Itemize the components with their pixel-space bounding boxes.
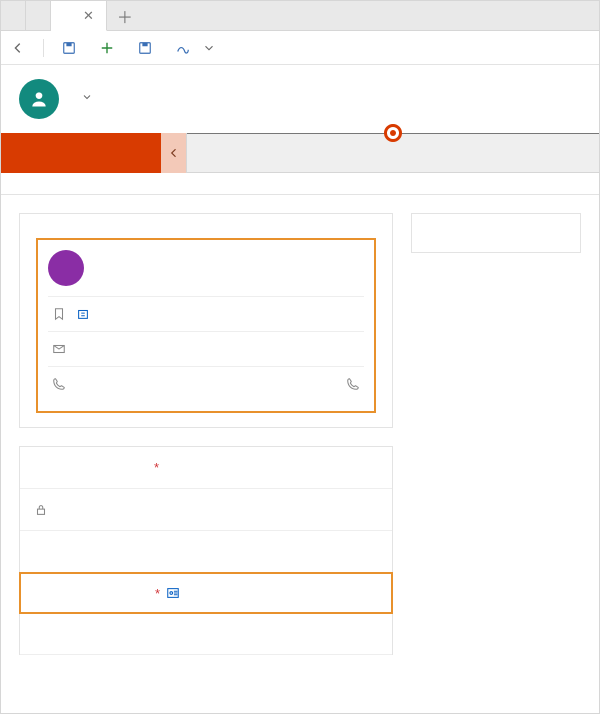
tab-new-case[interactable]: ✕ xyxy=(51,1,107,31)
required-marker: * xyxy=(155,586,160,601)
field-origin[interactable]: * xyxy=(20,613,392,655)
customer-lookup-value[interactable] xyxy=(166,586,186,600)
email-row xyxy=(48,331,364,366)
mail-icon xyxy=(52,342,66,356)
field-case-number: * xyxy=(20,489,392,531)
back-button[interactable] xyxy=(11,41,25,55)
save-button[interactable] xyxy=(138,41,158,55)
phone-row xyxy=(48,366,364,401)
process-collapse-button[interactable] xyxy=(161,133,187,173)
add-tab-button[interactable]: ＋ xyxy=(107,1,143,30)
flow-button[interactable] xyxy=(176,41,216,55)
field-case-title[interactable]: * xyxy=(20,447,392,489)
process-info[interactable] xyxy=(1,133,161,173)
account-icon xyxy=(76,307,90,321)
required-marker: * xyxy=(154,460,159,475)
stage-marker-icon xyxy=(384,124,402,142)
record-header xyxy=(1,65,599,127)
phone-icon xyxy=(52,377,66,391)
lock-icon xyxy=(34,503,48,517)
right-column xyxy=(411,213,581,655)
bookmark-icon xyxy=(52,307,66,321)
plus-icon xyxy=(100,41,114,55)
back-icon xyxy=(11,41,25,55)
general-information-card xyxy=(19,213,393,428)
contact-icon xyxy=(166,586,180,600)
chevron-down-icon xyxy=(81,91,95,105)
entity-avatar xyxy=(19,79,59,119)
tab-kb-search[interactable] xyxy=(26,1,51,30)
left-column: * * * * xyxy=(19,213,393,655)
tab-customer-summary[interactable] xyxy=(1,1,26,30)
breadcrumb[interactable] xyxy=(73,91,95,105)
call-icon[interactable] xyxy=(346,377,360,391)
new-button[interactable] xyxy=(100,41,120,55)
main-tab-bar: ✕ ＋ xyxy=(1,1,599,31)
content-area: * * * * xyxy=(1,195,599,673)
chevron-down-icon xyxy=(202,41,216,55)
command-toolbar xyxy=(1,31,599,65)
close-icon[interactable]: ✕ xyxy=(83,8,94,24)
timeline-card xyxy=(411,213,581,253)
company-row xyxy=(48,296,364,331)
field-subject[interactable]: * xyxy=(20,531,392,573)
save-icon xyxy=(138,41,152,55)
form-tabs xyxy=(1,173,599,195)
contact-quick-view xyxy=(36,238,376,413)
field-customer[interactable]: * xyxy=(19,572,393,614)
toolbar-separator xyxy=(43,39,44,57)
case-fields: * * * * xyxy=(19,446,393,655)
flow-icon xyxy=(176,41,190,55)
save-close-button[interactable] xyxy=(62,41,82,55)
process-stage-identify[interactable] xyxy=(187,133,599,173)
process-bar xyxy=(1,133,599,173)
contact-avatar[interactable] xyxy=(48,250,84,286)
save-close-icon xyxy=(62,41,76,55)
case-number-label xyxy=(34,503,154,517)
